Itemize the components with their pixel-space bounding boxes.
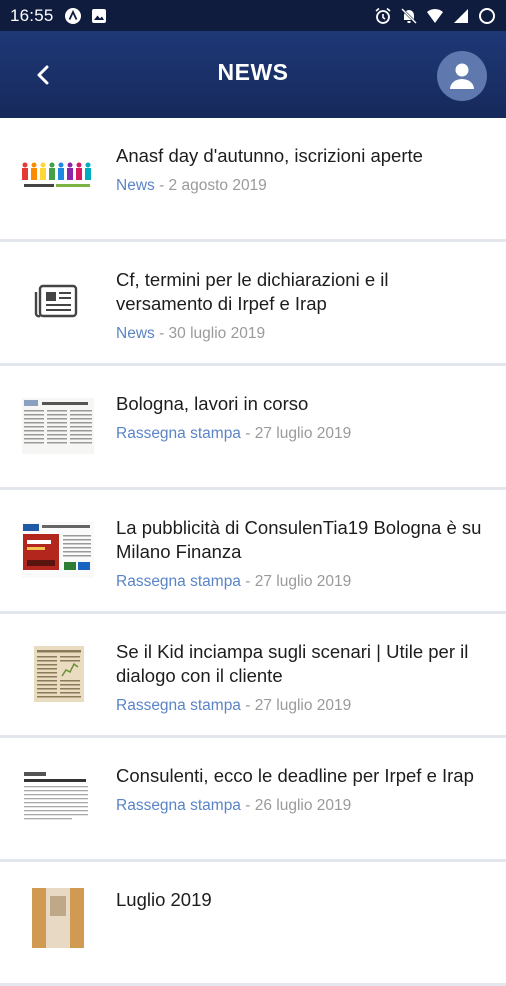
news-date: 27 luglio 2019	[254, 425, 352, 442]
news-item[interactable]: Bologna, lavori in corso Rassegna stampa…	[0, 366, 506, 490]
app-header: NEWS	[0, 31, 506, 118]
news-meta: Rassegna stampa - 27 luglio 2019	[116, 424, 488, 444]
news-category: Rassegna stampa	[116, 573, 241, 590]
news-category: Rassegna stampa	[116, 697, 241, 714]
photo-thumbnail	[32, 888, 84, 948]
news-item[interactable]: Se il Kid inciampa sugli scenari | Utile…	[0, 614, 506, 738]
battery-icon	[479, 7, 495, 24]
news-item[interactable]: Consulenti, ecco le deadline per Irpef e…	[0, 738, 506, 862]
user-icon	[450, 63, 474, 89]
news-meta: News - 30 luglio 2019	[116, 324, 488, 344]
meta-separator: -	[240, 573, 255, 590]
news-title: Consulenti, ecco le deadline per Irpef e…	[116, 765, 474, 786]
news-item[interactable]: Anasf day d'autunno, iscrizioni aperte N…	[0, 118, 506, 242]
news-meta: News - 2 agosto 2019	[116, 176, 488, 196]
news-date: 27 luglio 2019	[254, 573, 352, 590]
news-category: News	[116, 325, 155, 342]
news-title: Anasf day d'autunno, iscrizioni aperte	[116, 145, 423, 166]
news-date: 30 luglio 2019	[168, 325, 266, 342]
meta-separator: -	[240, 425, 255, 442]
news-category: News	[116, 177, 155, 194]
status-time: 16:55	[10, 5, 54, 25]
news-title: Cf, termini per le dichiarazioni e il ve…	[116, 269, 389, 314]
signal-icon	[454, 8, 468, 23]
meta-separator: -	[240, 797, 255, 814]
meta-separator: -	[154, 177, 169, 194]
news-meta: Rassegna stampa - 27 luglio 2019	[116, 696, 488, 716]
mute-icon	[401, 7, 417, 24]
alarm-icon	[375, 7, 391, 24]
news-date: 2 agosto 2019	[168, 177, 267, 194]
news-item[interactable]: Cf, termini per le dichiarazioni e il ve…	[0, 242, 506, 366]
wifi-icon	[427, 8, 443, 23]
news-category: Rassegna stampa	[116, 797, 241, 814]
news-item[interactable]: La pubblicità di ConsulenTia19 Bologna è…	[0, 490, 506, 614]
news-date: 26 luglio 2019	[254, 797, 352, 814]
page-title: NEWS	[217, 59, 289, 85]
news-title: Bologna, lavori in corso	[116, 393, 309, 414]
news-title: Luglio 2019	[116, 889, 212, 910]
colorful-figures-banner	[22, 162, 91, 187]
news-title: Se il Kid inciampa sugli scenari | Utile…	[116, 641, 469, 686]
meta-separator: -	[154, 325, 169, 342]
app-notification-icon	[64, 7, 81, 24]
news-date: 27 luglio 2019	[254, 697, 352, 714]
newspaper-clipping	[22, 398, 94, 454]
news-meta: Rassegna stampa - 26 luglio 2019	[116, 796, 488, 816]
news-list: Anasf day d'autunno, iscrizioni aperte N…	[0, 118, 506, 986]
article-clipping	[22, 770, 94, 826]
profile-button[interactable]	[437, 51, 487, 101]
old-newspaper-clipping	[34, 646, 84, 702]
news-item[interactable]: Luglio 2019	[0, 862, 506, 986]
news-meta: Rassegna stampa - 27 luglio 2019	[116, 572, 488, 592]
news-category: Rassegna stampa	[116, 425, 241, 442]
newspaper-icon	[34, 284, 78, 318]
meta-separator: -	[240, 697, 255, 714]
news-title: La pubblicità di ConsulenTia19 Bologna è…	[116, 517, 482, 562]
image-notification-icon	[91, 8, 106, 23]
status-bar: 16:55	[0, 0, 506, 31]
magazine-ad-clipping	[22, 522, 94, 578]
